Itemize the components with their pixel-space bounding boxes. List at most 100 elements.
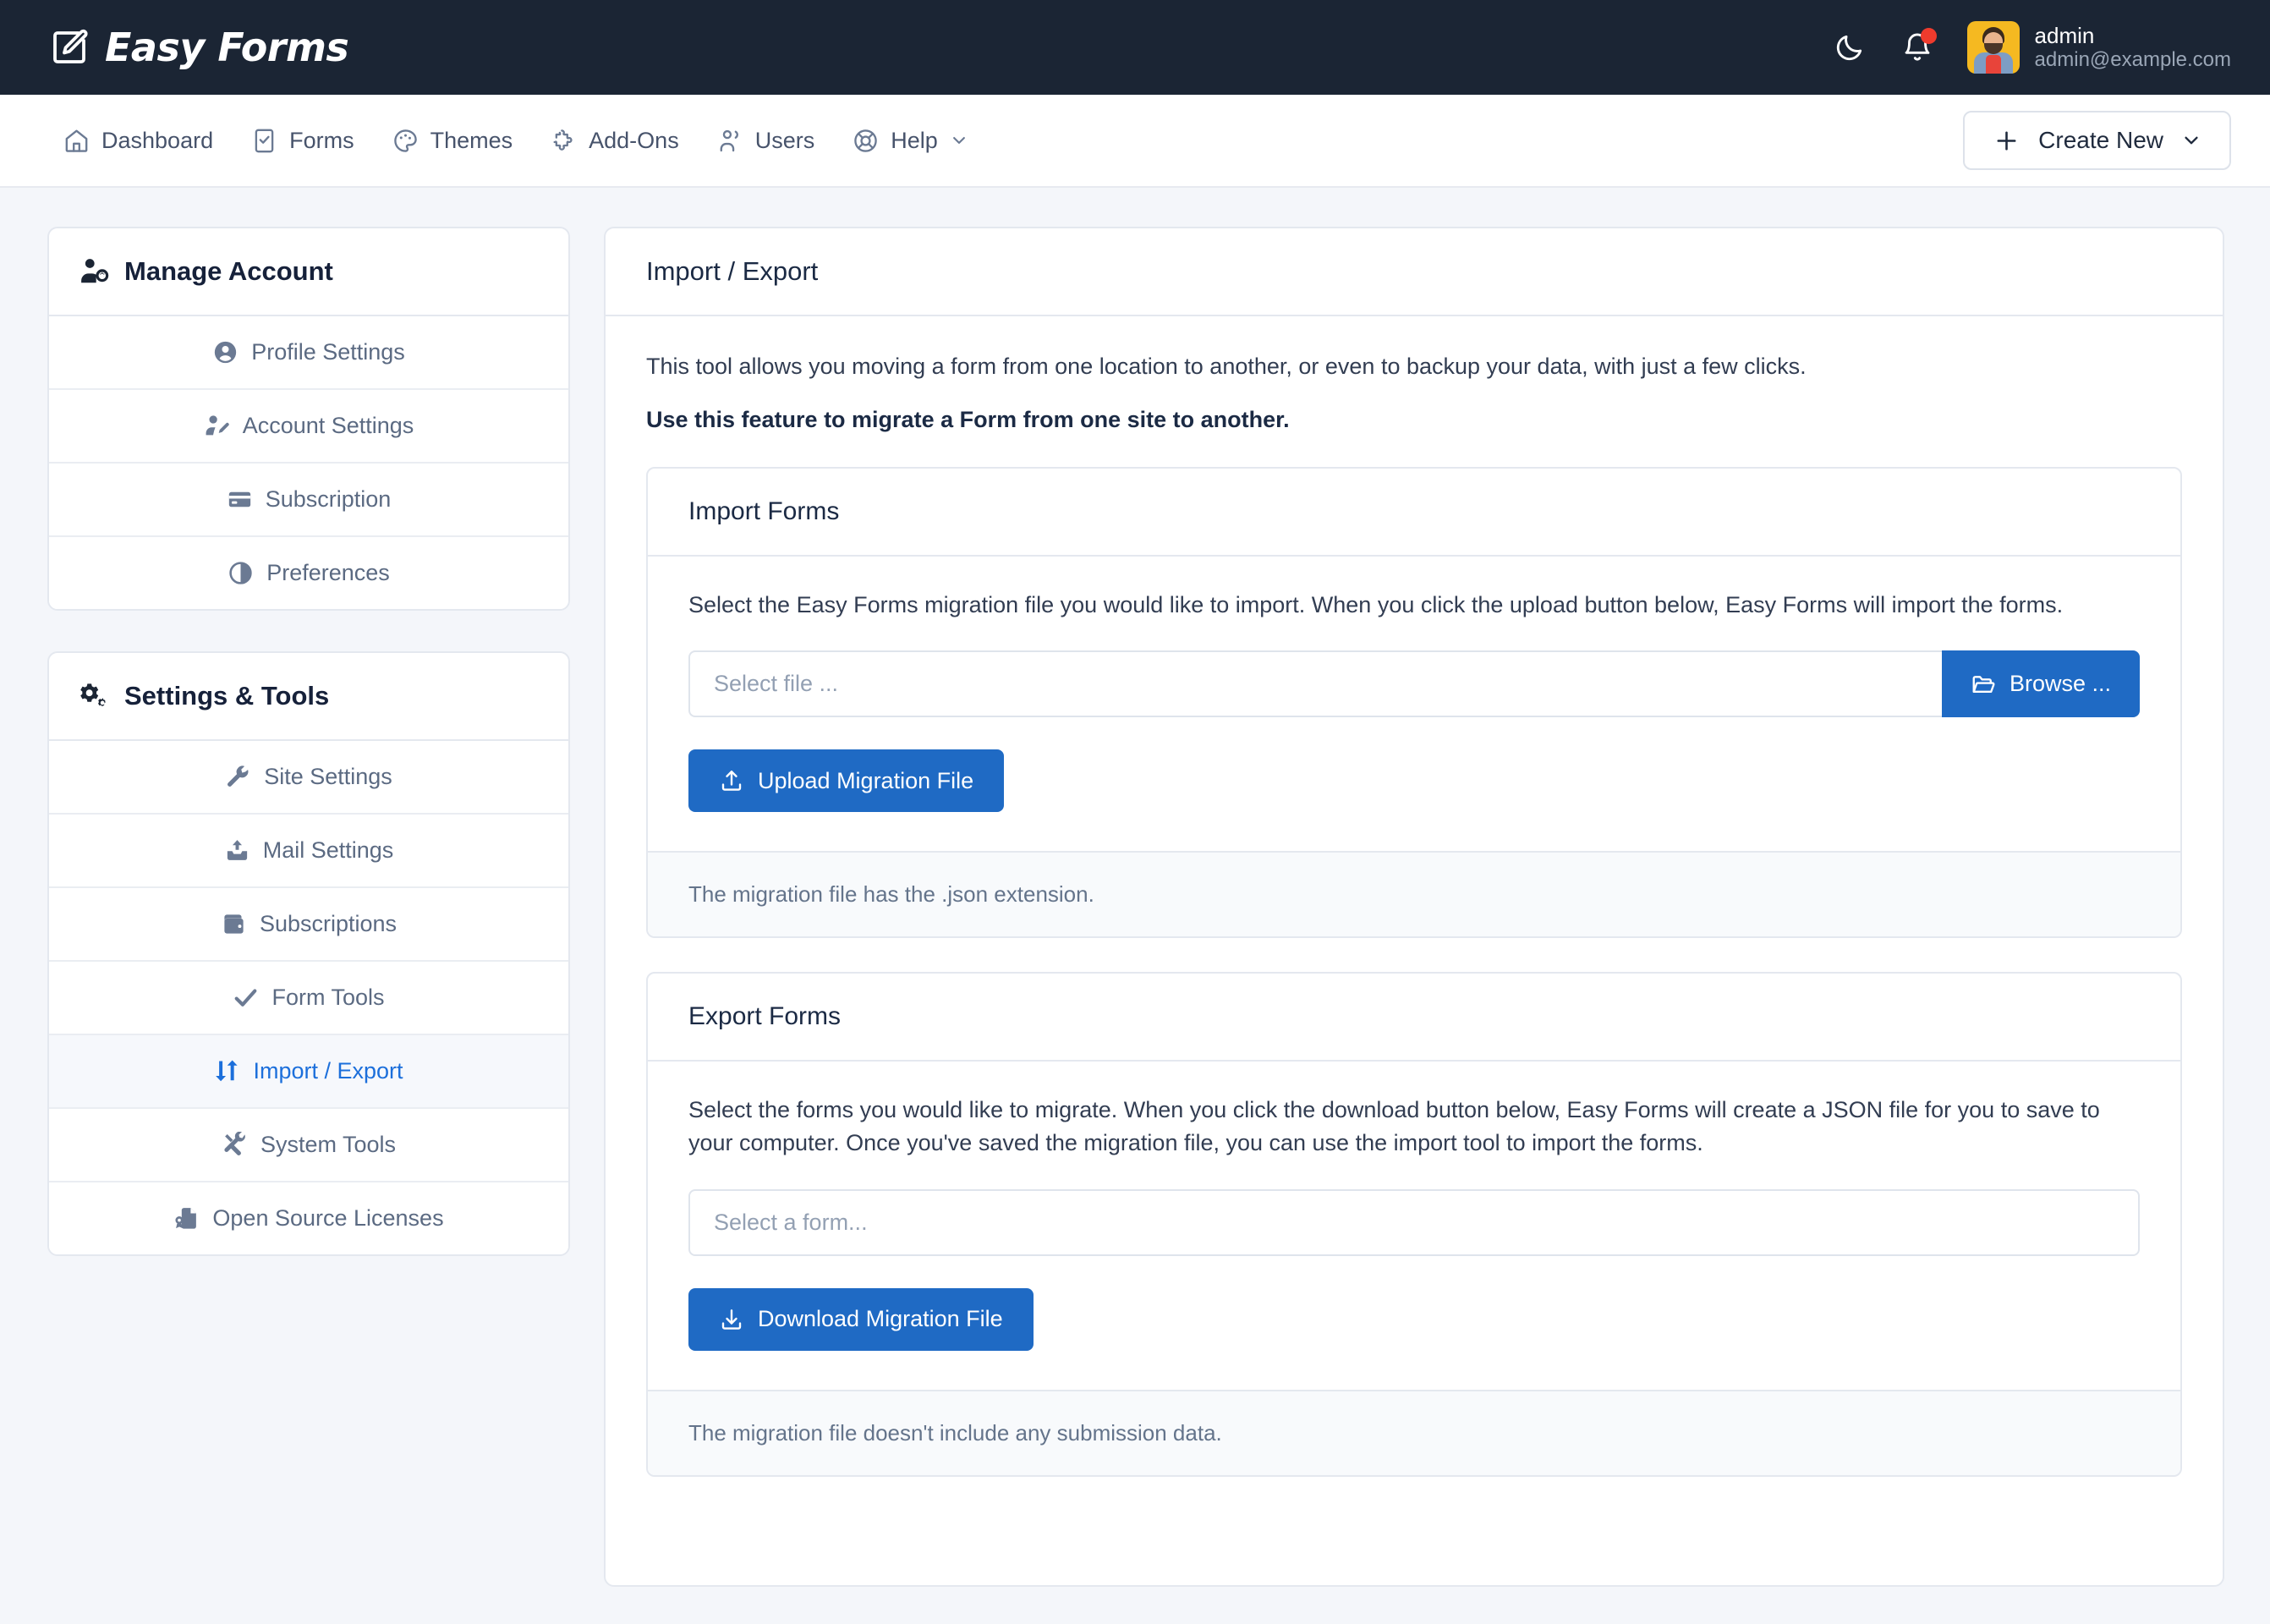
sidebar-item-label: System Tools bbox=[260, 1132, 397, 1157]
moon-icon bbox=[1836, 35, 1862, 61]
import-footnote: The migration file has the .json extensi… bbox=[648, 851, 2180, 937]
sidebar-item-subscription[interactable]: Subscription bbox=[49, 464, 568, 537]
manage-account-title: Manage Account bbox=[124, 256, 333, 286]
credit-card-icon bbox=[228, 491, 250, 508]
user-name: admin bbox=[2034, 22, 2095, 48]
sidebar-item-site-settings[interactable]: Site Settings bbox=[49, 741, 568, 815]
users-icon bbox=[720, 129, 738, 151]
upload-migration-file-button[interactable]: Upload Migration File bbox=[688, 749, 1005, 813]
nav-item-label: Help bbox=[891, 127, 938, 153]
nav-item-users[interactable]: Users bbox=[703, 118, 829, 163]
nav-item-label: Forms bbox=[289, 127, 354, 153]
import-forms-title: Import Forms bbox=[688, 497, 840, 526]
export-forms-header: Export Forms bbox=[648, 974, 2180, 1062]
intro-text: This tool allows you moving a form from … bbox=[646, 354, 1807, 379]
sidebar-item-label: Open Source Licenses bbox=[212, 1205, 444, 1231]
plus-icon bbox=[1997, 131, 2016, 150]
sidebar-item-label: Site Settings bbox=[264, 764, 392, 789]
check-icon bbox=[235, 989, 257, 1007]
nav-item-add-ons[interactable]: Add-Ons bbox=[536, 118, 693, 163]
manage-account-card: Manage Account Profile Settings Account … bbox=[47, 227, 570, 611]
brand-logo[interactable]: Easy Forms bbox=[49, 25, 349, 70]
main-panel: Import / Export This tool allows you mov… bbox=[604, 227, 2224, 1587]
upload-icon bbox=[721, 771, 742, 791]
sidebar-item-system-tools[interactable]: System Tools bbox=[49, 1109, 568, 1182]
user-email: admin@example.com bbox=[2034, 48, 2231, 72]
avatar bbox=[1966, 21, 2020, 74]
sidebar-item-preferences[interactable]: Preferences bbox=[49, 537, 568, 609]
sidebar-item-open-source-licenses[interactable]: Open Source Licenses bbox=[49, 1182, 568, 1254]
export-forms-title: Export Forms bbox=[688, 1002, 842, 1031]
nav-item-themes[interactable]: Themes bbox=[378, 118, 527, 163]
topbar-actions: admin admin@example.com bbox=[1832, 21, 2231, 74]
browse-label: Browse ... bbox=[2009, 671, 2111, 697]
intro-strong-text: Use this feature to migrate a Form from … bbox=[646, 407, 1290, 433]
circle-half-icon bbox=[229, 562, 252, 584]
page-title: Import / Export bbox=[646, 256, 819, 286]
sidebar-item-mail-settings[interactable]: Mail Settings bbox=[49, 815, 568, 888]
sidebar-item-label: Subscription bbox=[265, 486, 392, 512]
nav-item-label: Users bbox=[754, 127, 815, 153]
palette-icon bbox=[393, 129, 417, 152]
sidebar-item-form-tools[interactable]: Form Tools bbox=[49, 962, 568, 1035]
nav-item-label: Themes bbox=[430, 127, 513, 153]
sidebar-item-label: Account Settings bbox=[242, 413, 414, 438]
arrows-up-down-icon bbox=[216, 1060, 239, 1082]
import-forms-header: Import Forms bbox=[648, 469, 2180, 557]
form-select-input[interactable] bbox=[688, 1188, 2140, 1256]
brand-title: Easy Forms bbox=[105, 25, 349, 70]
sidebar-item-label: Mail Settings bbox=[262, 837, 394, 863]
check-square-icon bbox=[255, 129, 274, 152]
nav-item-forms[interactable]: Forms bbox=[237, 118, 368, 163]
user-edit-icon bbox=[206, 415, 229, 436]
browse-button[interactable]: Browse ... bbox=[1941, 650, 2140, 718]
sidebar: Manage Account Profile Settings Account … bbox=[47, 227, 570, 1256]
wrench-icon bbox=[228, 765, 249, 787]
tools-icon bbox=[224, 1132, 245, 1155]
sidebar-item-label: Form Tools bbox=[271, 985, 385, 1010]
import-forms-panel: Import Forms Select the Easy Forms migra… bbox=[646, 467, 2182, 939]
migration-file-input[interactable] bbox=[688, 650, 1942, 718]
export-footnote: The migration file doesn't include any s… bbox=[648, 1389, 2180, 1475]
nav-item-help[interactable]: Help bbox=[838, 118, 981, 163]
notification-badge bbox=[1920, 28, 1937, 44]
notifications-button[interactable] bbox=[1900, 28, 1937, 65]
user-menu[interactable]: admin admin@example.com bbox=[1966, 21, 2231, 74]
create-new-button[interactable]: Create New bbox=[1963, 111, 2231, 170]
sidebar-item-label: Profile Settings bbox=[251, 339, 405, 365]
upload-label: Upload Migration File bbox=[758, 767, 974, 793]
download-migration-file-button[interactable]: Download Migration File bbox=[688, 1287, 1034, 1351]
nav-item-label: Add-Ons bbox=[589, 127, 679, 153]
folder-open-icon bbox=[1972, 675, 1995, 693]
main-panel-body: This tool allows you moving a form from … bbox=[606, 316, 2223, 1519]
top-bar: Easy Forms admin admin@example.com bbox=[0, 0, 2270, 95]
dark-mode-toggle[interactable] bbox=[1832, 30, 1867, 65]
settings-tools-title: Settings & Tools bbox=[124, 681, 330, 710]
nav-item-dashboard[interactable]: Dashboard bbox=[49, 118, 227, 163]
main-navigation: Dashboard Forms Themes Add-Ons Users Hel… bbox=[0, 95, 2270, 188]
sidebar-item-import-export[interactable]: Import / Export bbox=[49, 1035, 568, 1109]
chevron-down-icon bbox=[952, 137, 965, 144]
sidebar-item-label: Import / Export bbox=[253, 1058, 403, 1084]
page-content: Manage Account Profile Settings Account … bbox=[0, 188, 2270, 1587]
settings-tools-header: Settings & Tools bbox=[49, 653, 568, 741]
file-select-row: Browse ... bbox=[688, 650, 2140, 718]
puzzle-icon bbox=[553, 129, 573, 151]
sidebar-item-profile-settings[interactable]: Profile Settings bbox=[49, 316, 568, 390]
inbox-upload-icon bbox=[227, 840, 247, 860]
sidebar-item-account-settings[interactable]: Account Settings bbox=[49, 390, 568, 464]
pen-square-icon bbox=[53, 29, 88, 63]
nav-item-label: Dashboard bbox=[101, 127, 214, 153]
wallet-icon bbox=[224, 914, 244, 934]
manage-account-header: Manage Account bbox=[49, 228, 568, 316]
cogs-icon bbox=[80, 683, 106, 707]
settings-tools-card: Settings & Tools Site Settings Mail Sett… bbox=[47, 651, 570, 1256]
import-description: Select the Easy Forms migration file you… bbox=[688, 592, 2064, 618]
sidebar-item-subscriptions[interactable]: Subscriptions bbox=[49, 888, 568, 962]
life-buoy-icon bbox=[854, 129, 877, 152]
chevron-down-icon bbox=[2185, 136, 2198, 145]
file-certificate-icon bbox=[175, 1208, 197, 1229]
export-forms-panel: Export Forms Select the forms you would … bbox=[646, 972, 2182, 1477]
export-forms-body: Select the forms you would like to migra… bbox=[648, 1062, 2180, 1389]
home-icon bbox=[65, 129, 88, 152]
